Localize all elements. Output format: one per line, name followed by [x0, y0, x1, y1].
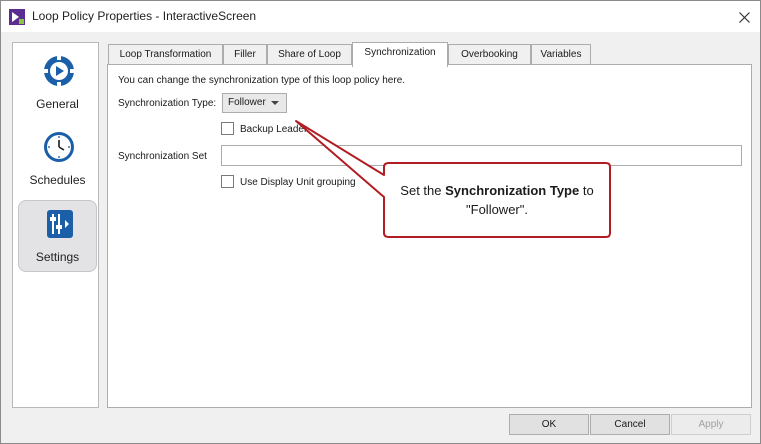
sidebar-item-label: Schedules	[29, 173, 86, 187]
clock-icon	[44, 132, 74, 162]
app-logo-icon	[9, 9, 25, 25]
callout-bold: Synchronization Type	[445, 183, 580, 198]
sync-set-input[interactable]	[221, 145, 742, 166]
chevron-down-icon	[271, 101, 279, 105]
sync-type-label: Synchronization Type:	[118, 98, 217, 109]
close-button[interactable]	[732, 7, 756, 27]
sync-set-label: Synchronization Set	[118, 151, 207, 162]
sidebar-item-general[interactable]: General	[18, 48, 97, 120]
display-unit-grouping-checkbox[interactable]	[221, 175, 234, 188]
backup-leader-checkbox[interactable]	[221, 122, 234, 135]
display-unit-grouping-label: Use Display Unit grouping	[240, 177, 356, 188]
play-circle-icon	[43, 55, 75, 87]
callout-line2: "Follower".	[466, 202, 528, 217]
synchronization-panel: You can change the synchronization type …	[107, 64, 752, 408]
sync-type-dropdown[interactable]: Follower	[222, 93, 287, 113]
ok-button[interactable]: OK	[509, 414, 589, 435]
tab-variables[interactable]: Variables	[531, 44, 591, 65]
sync-description: You can change the synchronization type …	[118, 75, 406, 86]
tab-loop-transformation[interactable]: Loop Transformation	[108, 44, 223, 65]
title-bar: Loop Policy Properties - InteractiveScre…	[1, 1, 760, 32]
backup-leader-label: Backup Leader	[240, 124, 308, 135]
settings-sliders-icon	[47, 210, 73, 238]
close-icon	[738, 11, 750, 23]
cancel-button[interactable]: Cancel	[590, 414, 670, 435]
sidebar-item-schedules[interactable]: Schedules	[18, 124, 97, 196]
callout-suffix: to	[582, 183, 594, 198]
sidebar-item-settings[interactable]: Settings	[18, 200, 97, 272]
dialog-window: Loop Policy Properties - InteractiveScre…	[0, 0, 761, 444]
tab-overbooking[interactable]: Overbooking	[448, 44, 531, 65]
sidebar-item-label: General	[36, 97, 79, 111]
window-title: Loop Policy Properties - InteractiveScre…	[32, 9, 257, 23]
sidebar: General Schedules Settings	[12, 42, 99, 408]
tab-filler[interactable]: Filler	[223, 44, 267, 65]
sidebar-item-label: Settings	[35, 250, 80, 264]
callout-text: Set the Synchronization Type to "Followe…	[386, 181, 608, 219]
callout-prefix: Set the	[400, 183, 442, 198]
tab-share-of-loop[interactable]: Share of Loop	[267, 44, 352, 65]
tab-synchronization[interactable]: Synchronization	[352, 42, 448, 67]
apply-button[interactable]: Apply	[671, 414, 751, 435]
sync-type-value: Follower	[228, 97, 266, 108]
